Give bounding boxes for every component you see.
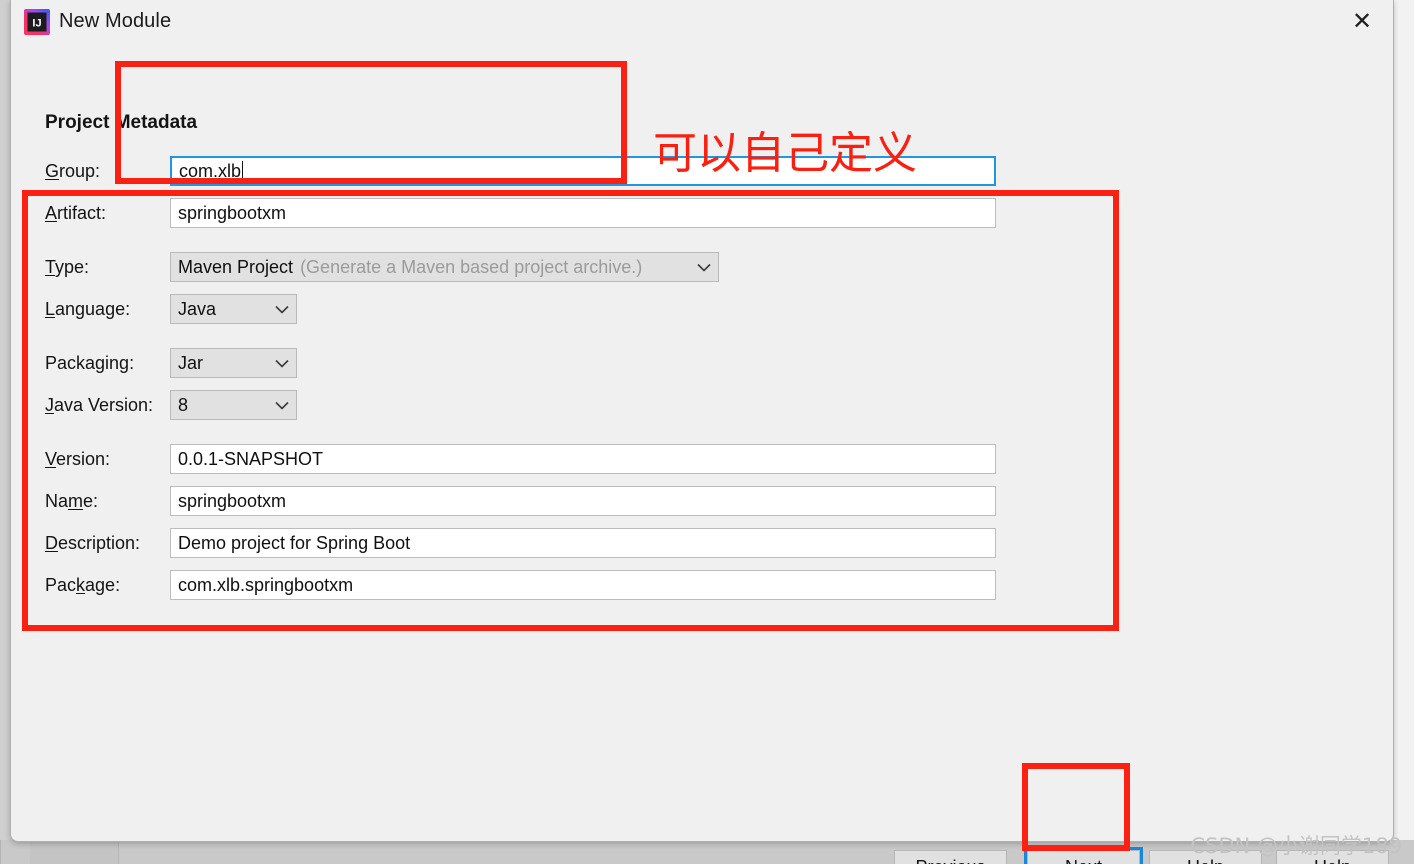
package-input[interactable]: com.xlb.springbootxm <box>170 570 996 600</box>
label-group: Group: <box>45 161 101 181</box>
taskbar-segment[interactable] <box>0 840 30 864</box>
close-icon[interactable]: ✕ <box>1345 6 1379 38</box>
chevron-down-icon <box>687 263 711 272</box>
dialog-title: New Module <box>59 10 172 32</box>
type-select[interactable]: Maven Project (Generate a Maven based pr… <box>170 252 719 282</box>
java-version-select[interactable]: 8 <box>170 390 297 420</box>
cancel-button-label: Help <box>1187 857 1224 864</box>
label-package: Package: <box>45 575 121 595</box>
previous-button[interactable]: Previous <box>894 850 1007 864</box>
cancel-button[interactable]: Help <box>1149 850 1262 864</box>
label-version: Version: <box>45 449 111 469</box>
packaging-select[interactable]: Jar <box>170 348 297 378</box>
label-java-version: Java Version: <box>45 395 154 415</box>
group-input[interactable]: com.xlb <box>170 156 996 186</box>
section-title: Project Metadata <box>45 112 198 133</box>
new-module-dialog: IJ New Module ✕ Project Metadata Group: … <box>10 0 1394 864</box>
group-input-value: com.xlb <box>179 160 242 181</box>
background-window[interactable]: q <box>1392 0 1414 840</box>
dialog-titlebar: IJ New Module ✕ <box>11 0 1393 44</box>
description-input[interactable]: Demo project for Spring Boot <box>170 528 996 558</box>
artifact-input-value: springbootxm <box>178 202 287 223</box>
version-input[interactable]: 0.0.1-SNAPSHOT <box>170 444 996 474</box>
chevron-down-icon <box>265 401 289 410</box>
next-button[interactable]: Next <box>1024 847 1143 864</box>
label-artifact: Artifact: <box>45 203 107 223</box>
label-description: Description: <box>45 533 141 553</box>
language-select-value: Java <box>178 298 217 319</box>
label-packaging: Packaging: <box>45 353 135 373</box>
label-project-name: Name: <box>45 491 99 511</box>
project-name-input[interactable]: springbootxm <box>170 486 996 516</box>
version-input-value: 0.0.1-SNAPSHOT <box>178 448 324 469</box>
project-name-input-value: springbootxm <box>178 490 287 511</box>
intellij-idea-icon: IJ <box>23 8 51 36</box>
label-type: Type: <box>45 257 90 277</box>
svg-text:IJ: IJ <box>32 18 41 30</box>
help-button-label: Help <box>1314 857 1351 864</box>
chevron-down-icon <box>265 359 289 368</box>
label-language: Language: <box>45 299 131 319</box>
java-version-select-value: 8 <box>178 394 189 415</box>
language-select[interactable]: Java <box>170 294 297 324</box>
packaging-select-value: Jar <box>178 352 204 373</box>
previous-button-label: Previous <box>915 857 985 864</box>
next-button-label: Next <box>1065 857 1102 864</box>
package-input-value: com.xlb.springbootxm <box>178 574 354 595</box>
screen: q IJ <box>0 0 1414 864</box>
type-select-hint: (Generate a Maven based project archive.… <box>300 256 643 277</box>
text-caret <box>242 161 244 181</box>
type-select-value: Maven Project <box>178 256 294 277</box>
artifact-input[interactable]: springbootxm <box>170 198 996 228</box>
help-button[interactable]: Help <box>1276 850 1389 864</box>
chevron-down-icon <box>265 305 289 314</box>
description-input-value: Demo project for Spring Boot <box>178 532 411 553</box>
